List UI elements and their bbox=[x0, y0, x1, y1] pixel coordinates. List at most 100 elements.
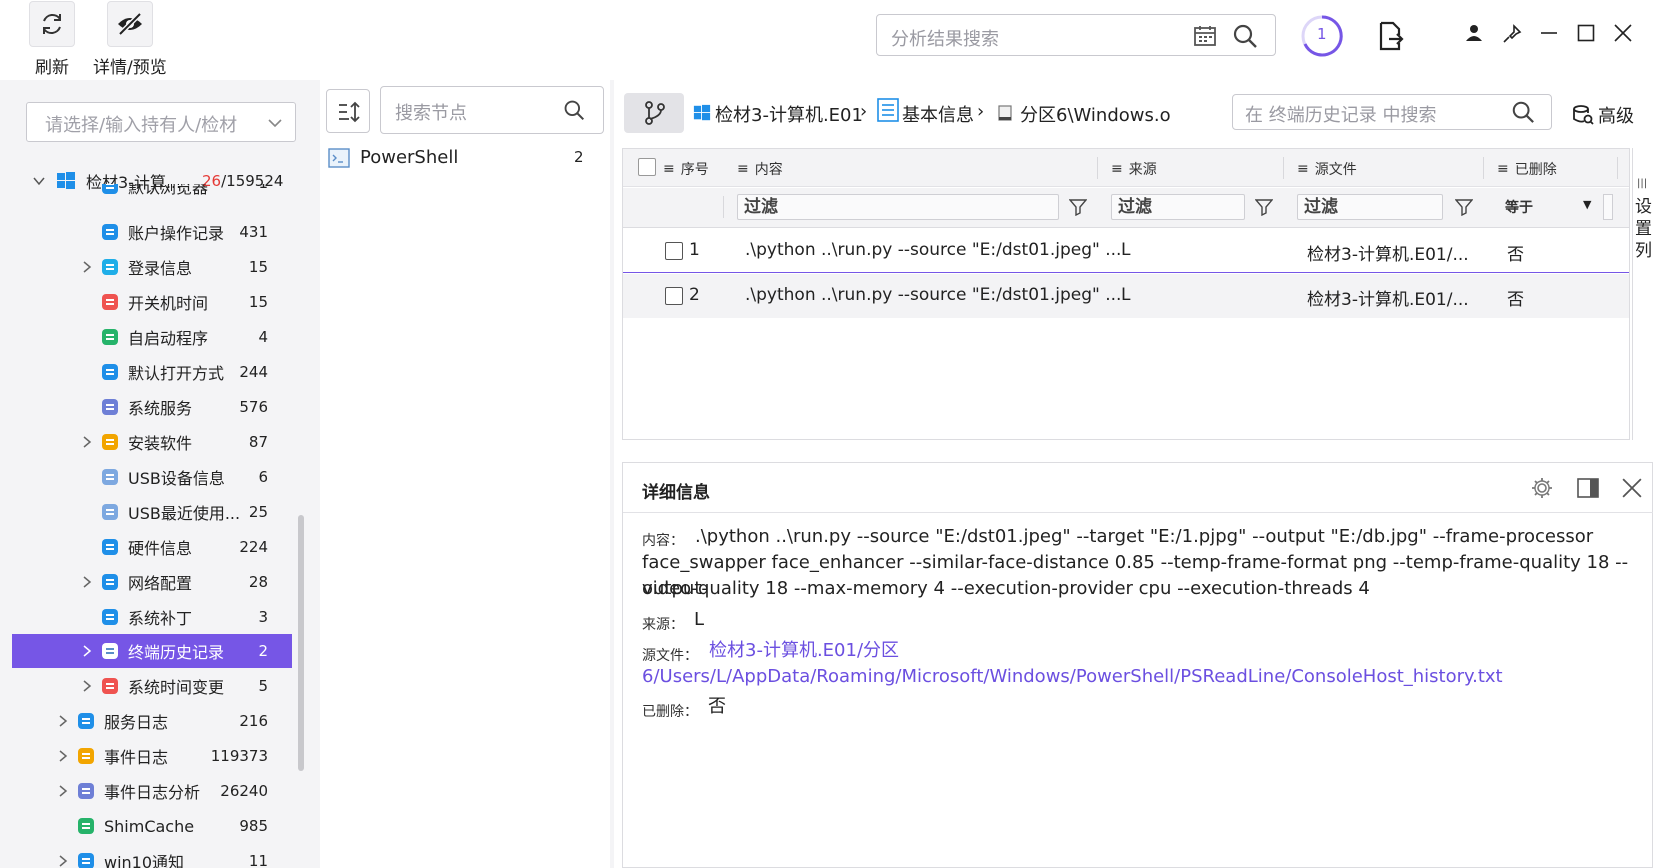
tree-item[interactable]: 服务日志 216 bbox=[12, 704, 292, 738]
header-source[interactable]: ≡ 来源 bbox=[1111, 159, 1157, 179]
tree-item[interactable]: ShimCache 985 bbox=[12, 809, 292, 843]
tree-item-label: ShimCache bbox=[104, 816, 195, 836]
tree-item-label: 自启动程序 bbox=[128, 329, 209, 348]
tree-item-count: 11 bbox=[248, 852, 268, 868]
deleted-filter-select[interactable]: 等于 ▼ bbox=[1497, 194, 1597, 220]
column-divider[interactable] bbox=[1483, 157, 1484, 179]
tree-item-count: 28 bbox=[248, 573, 268, 591]
chevron-right-icon[interactable] bbox=[80, 435, 94, 449]
table-search-input[interactable]: 在 终端历史记录 中搜索 bbox=[1232, 94, 1552, 130]
menu-lines-icon: ≡ bbox=[737, 161, 749, 177]
minimize-icon[interactable] bbox=[1540, 24, 1558, 42]
user-icon[interactable] bbox=[1465, 24, 1483, 42]
header-content[interactable]: ≡ 内容 bbox=[737, 159, 783, 179]
chevron-right-icon[interactable] bbox=[56, 749, 70, 763]
row-checkbox[interactable] bbox=[665, 287, 683, 305]
column-divider[interactable] bbox=[1283, 157, 1284, 179]
chevron-right-icon[interactable] bbox=[80, 644, 94, 658]
filter-source-input[interactable]: 过滤 bbox=[1111, 194, 1245, 220]
close-icon[interactable] bbox=[1622, 478, 1642, 498]
search-icon[interactable] bbox=[563, 99, 585, 121]
breadcrumb-evidence[interactable]: 检材3-计算机.E01 bbox=[715, 101, 863, 127]
breadcrumb-partition[interactable]: 分区6\Windows.ol bbox=[1020, 101, 1170, 127]
node-search-placeholder: 搜索节点 bbox=[395, 103, 467, 124]
tree-item[interactable]: 系统补丁 3 bbox=[12, 600, 292, 634]
filter-icon[interactable] bbox=[1455, 198, 1473, 216]
search-icon[interactable] bbox=[1511, 100, 1535, 124]
tree-item[interactable]: USB设备信息 6 bbox=[12, 460, 292, 494]
column-settings-button[interactable]: ||| 设置列 bbox=[1632, 148, 1653, 440]
chevron-right-icon[interactable] bbox=[56, 714, 70, 728]
column-divider[interactable] bbox=[1617, 157, 1618, 179]
notification-icon bbox=[78, 853, 94, 868]
node-search-input[interactable]: 搜索节点 bbox=[380, 86, 604, 134]
detail-file-link-line1[interactable]: 检材3-计算机.E01/分区 bbox=[709, 638, 899, 664]
export-icon[interactable] bbox=[1378, 21, 1404, 51]
panel-toggle-icon[interactable] bbox=[1576, 476, 1600, 500]
tree-item[interactable]: 登录信息 15 bbox=[12, 250, 292, 284]
detail-content-line1: .\python ..\run.py --source "E:/dst01.jp… bbox=[695, 526, 1594, 547]
tree-item[interactable]: 终端历史记录 2 bbox=[12, 634, 292, 668]
top-toolbar bbox=[0, 0, 1653, 80]
calendar-icon[interactable] bbox=[1193, 24, 1217, 48]
close-icon[interactable] bbox=[1614, 24, 1632, 42]
tree-item[interactable]: win10通知 11 bbox=[12, 844, 292, 868]
tree-item[interactable]: 自启动程序 4 bbox=[12, 320, 292, 354]
result-search-input[interactable]: 分析结果搜索 bbox=[876, 14, 1276, 56]
tree-item[interactable]: 系统时间变更 5 bbox=[12, 669, 292, 703]
breadcrumb-section[interactable]: 基本信息 bbox=[902, 101, 974, 127]
filter-content-input[interactable]: 过滤 bbox=[737, 194, 1059, 220]
node-item-powershell[interactable]: PowerShell 2 bbox=[328, 145, 590, 173]
tree-item[interactable]: 网络配置 28 bbox=[12, 565, 292, 599]
chevron-right-icon[interactable] bbox=[80, 260, 94, 274]
tree-item[interactable]: 硬件信息 224 bbox=[12, 530, 292, 564]
tree-item[interactable]: 默认浏览器 1 bbox=[12, 184, 292, 198]
filter-icon[interactable] bbox=[1069, 198, 1087, 216]
chevron-right-icon[interactable] bbox=[80, 679, 94, 693]
chevron-right-icon[interactable] bbox=[56, 854, 70, 868]
tree-item[interactable]: 默认打开方式 244 bbox=[12, 355, 292, 389]
detail-file-link-line2[interactable]: 6/Users/L/AppData/Roaming/Microsoft/Wind… bbox=[642, 664, 1503, 690]
deleted-filter-extra[interactable] bbox=[1603, 194, 1613, 220]
node-panel bbox=[320, 80, 610, 868]
tree-item[interactable]: USB最近使用... 25 bbox=[12, 495, 292, 529]
menu-lines-icon: ≡ bbox=[663, 161, 675, 177]
row-source-file: 检材3-计算机.E01/... bbox=[1307, 290, 1469, 310]
search-icon[interactable] bbox=[1232, 23, 1258, 49]
chevron-right-icon[interactable] bbox=[80, 575, 94, 589]
tree-item[interactable]: 事件日志 119373 bbox=[12, 739, 292, 773]
header-source-file[interactable]: ≡ 源文件 bbox=[1297, 159, 1357, 179]
header-index[interactable]: ≡ 序号 bbox=[663, 159, 709, 179]
tree-item[interactable]: 系统服务 576 bbox=[12, 390, 292, 424]
tree-item[interactable]: 安装软件 87 bbox=[12, 425, 292, 459]
task-progress-badge[interactable]: 1 bbox=[1300, 14, 1344, 58]
table-row[interactable]: 1 .\python ..\run.py --source "E:/dst01.… bbox=[623, 229, 1629, 273]
maximize-icon[interactable] bbox=[1577, 24, 1595, 42]
filter-icon[interactable] bbox=[1255, 198, 1273, 216]
left-scrollbar[interactable] bbox=[298, 515, 304, 771]
branch-view-button[interactable] bbox=[624, 93, 684, 133]
refresh-button[interactable]: 刷新 bbox=[29, 0, 75, 78]
pin-icon[interactable] bbox=[1502, 24, 1522, 44]
detail-file-label: 源文件： bbox=[642, 648, 698, 664]
gear-icon[interactable] bbox=[1530, 476, 1554, 500]
table-row[interactable]: 2 .\python ..\run.py --source "E:/dst01.… bbox=[623, 274, 1629, 318]
chevron-right-icon[interactable] bbox=[56, 784, 70, 798]
autorun-icon bbox=[102, 329, 118, 345]
tree-item[interactable]: 账户操作记录 431 bbox=[12, 215, 292, 249]
filter-file-input[interactable]: 过滤 bbox=[1297, 194, 1443, 220]
row-content: .\python ..\run.py --source "E:/dst01.jp… bbox=[745, 240, 1122, 260]
column-divider[interactable] bbox=[1097, 157, 1098, 179]
sort-button[interactable] bbox=[326, 89, 370, 133]
row-checkbox[interactable] bbox=[665, 242, 683, 260]
owner-select[interactable]: 请选择/输入持有人/检材 bbox=[26, 102, 296, 142]
header-deleted[interactable]: ≡ 已删除 bbox=[1497, 159, 1557, 179]
tree-item-label: 硬件信息 bbox=[128, 539, 193, 558]
tree-item-label: 事件日志分析 bbox=[104, 783, 201, 802]
tree-item-count: 3 bbox=[258, 608, 268, 626]
details-preview-button[interactable]: 详情/预览 bbox=[93, 0, 167, 78]
tree-item[interactable]: 开关机时间 15 bbox=[12, 285, 292, 319]
advanced-search-button[interactable]: 高级 bbox=[1572, 100, 1652, 128]
tree-item[interactable]: 事件日志分析 26240 bbox=[12, 774, 292, 808]
select-all-checkbox[interactable] bbox=[638, 158, 656, 176]
